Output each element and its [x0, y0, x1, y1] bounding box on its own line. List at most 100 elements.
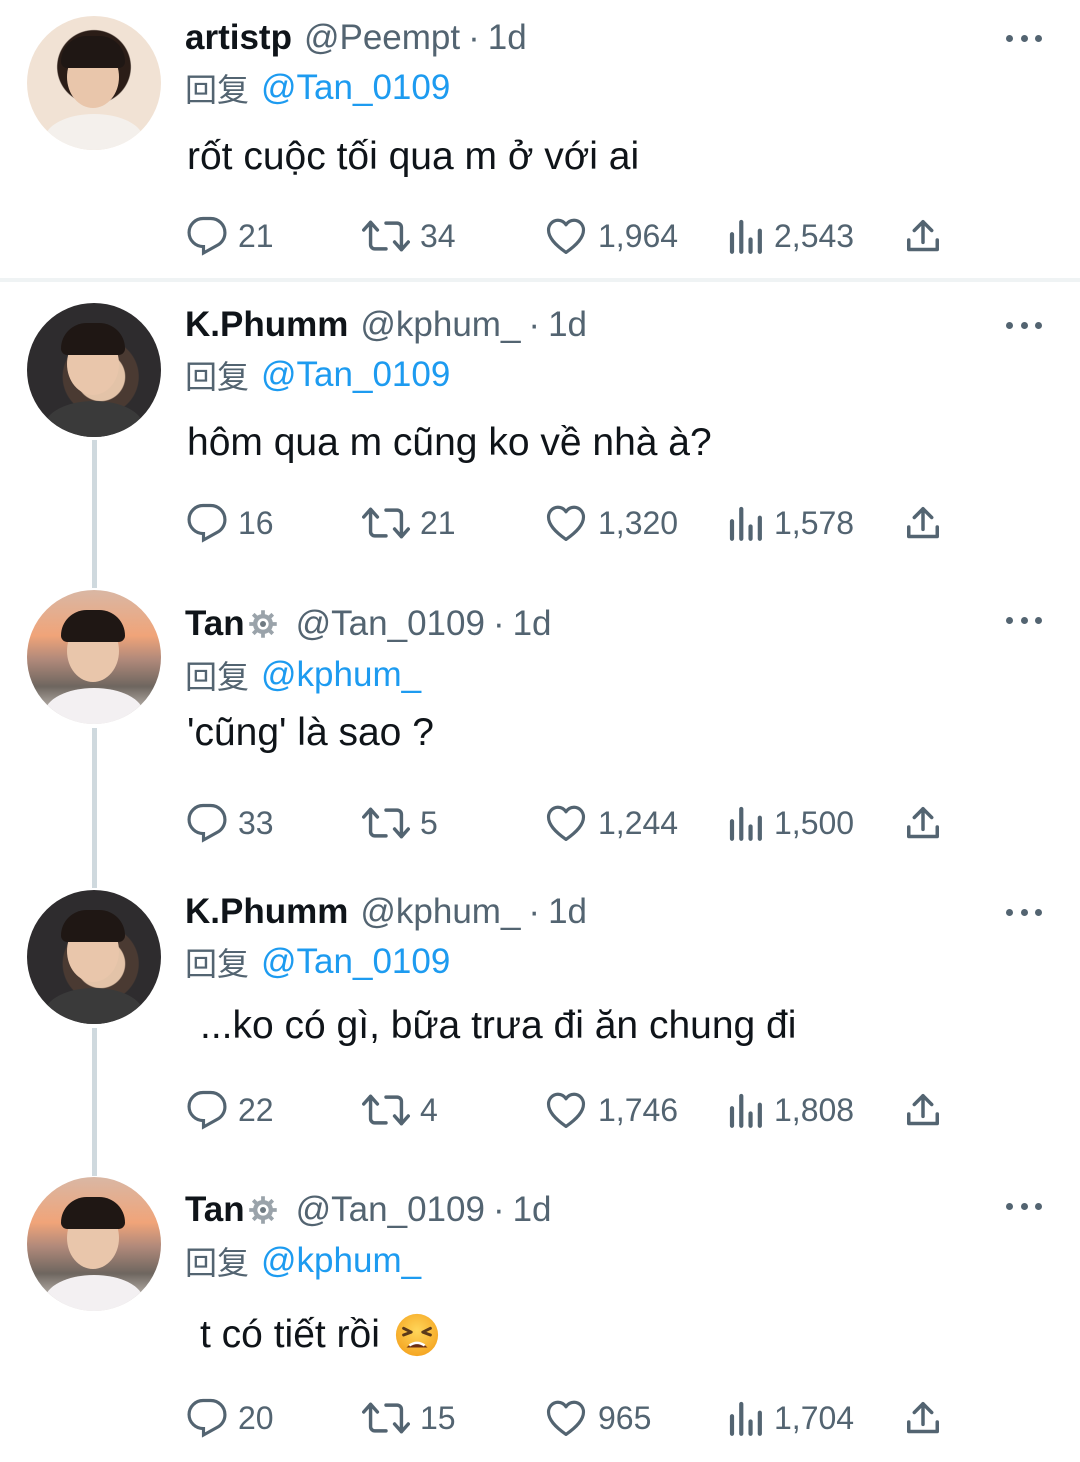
retweet-icon [362, 807, 410, 839]
share-icon [907, 507, 939, 539]
tweet-text: ...ko có gì, bữa trưa đi ăn chung đi [200, 1004, 797, 1047]
display-name[interactable]: K.Phumm [185, 305, 348, 345]
reply-button[interactable]: 21 [186, 214, 274, 258]
retweet-button[interactable]: 15 [362, 1396, 456, 1440]
retweet-button[interactable]: 21 [362, 501, 456, 545]
retweet-button[interactable]: 5 [362, 801, 438, 845]
mention-link[interactable]: @kphum_ [261, 1241, 421, 1281]
user-handle[interactable]: @kphum_ [360, 305, 520, 345]
mention-link[interactable]: @Tan_0109 [261, 355, 450, 395]
views-button[interactable]: 1,704 [728, 1396, 854, 1440]
heart-icon [546, 505, 586, 542]
views-button[interactable]: 1,808 [728, 1088, 854, 1132]
retweet-icon [362, 1094, 410, 1126]
reply-button[interactable]: 16 [186, 501, 274, 545]
gear-badge-icon [248, 1196, 277, 1224]
like-button[interactable]: 1,244 [544, 801, 678, 845]
more-icon[interactable] [1006, 610, 1042, 630]
views-icon [729, 1093, 762, 1128]
mention-link[interactable]: @Tan_0109 [261, 68, 450, 108]
user-handle[interactable]: @Peempt [304, 18, 460, 58]
retweet-icon [362, 507, 410, 539]
retweet-button[interactable]: 34 [362, 214, 456, 258]
mention-link[interactable]: @kphum_ [261, 655, 421, 695]
like-count: 1,244 [598, 804, 679, 841]
separator-dot: · [492, 604, 505, 643]
like-count: 1,746 [598, 1091, 679, 1128]
like-button[interactable]: 1,746 [544, 1088, 678, 1132]
heart-icon [546, 805, 586, 842]
avatar[interactable] [27, 590, 161, 724]
display-name[interactable]: K.Phumm [185, 892, 348, 932]
share-button[interactable] [904, 1396, 952, 1440]
retweet-button[interactable]: 4 [362, 1088, 438, 1132]
reply-count: 21 [238, 217, 274, 254]
user-handle[interactable]: @Tan_0109 [296, 604, 485, 644]
display-name[interactable]: Tan [185, 1190, 245, 1230]
views-button[interactable]: 1,500 [728, 801, 854, 845]
avatar[interactable] [27, 303, 161, 437]
tweet[interactable]: K.Phumm @kphum_ · 1d 回复 @Tan_0109 hôm qu… [0, 282, 1080, 582]
share-icon [907, 807, 939, 839]
display-name[interactable]: artistp [185, 18, 292, 58]
timestamp[interactable]: 1d [513, 1190, 552, 1230]
reply-count: 20 [238, 1399, 274, 1436]
tweet-text: t có tiết rồi [200, 1313, 380, 1356]
timestamp[interactable]: 1d [488, 18, 527, 58]
timestamp[interactable]: 1d [548, 305, 587, 345]
more-icon[interactable] [1006, 28, 1042, 48]
tweet-header: Tan @Tan_0109 · 1d [185, 1188, 552, 1232]
retweet-count: 15 [420, 1399, 456, 1436]
share-button[interactable] [904, 801, 952, 845]
heart-icon [546, 218, 586, 255]
views-icon [729, 219, 762, 254]
avatar[interactable] [27, 16, 161, 150]
timestamp[interactable]: 1d [548, 892, 587, 932]
user-handle[interactable]: @kphum_ [360, 892, 520, 932]
user-handle[interactable]: @Tan_0109 [296, 1190, 485, 1230]
like-button[interactable]: 965 [544, 1396, 651, 1440]
separator-dot: · [528, 892, 541, 931]
tweet[interactable]: artistp @Peempt · 1d 回复 @Tan_0109 rốt cu… [0, 0, 1080, 278]
reply-button[interactable]: 20 [186, 1396, 274, 1440]
tweet[interactable]: Tan @Tan_0109 · 1d 回复 @kphum_ 'cũng' là … [0, 582, 1080, 882]
reply-icon [187, 1398, 227, 1438]
tweet-header: K.Phumm @kphum_ · 1d [185, 303, 587, 347]
reply-label: 回复 [185, 658, 250, 696]
like-button[interactable]: 1,964 [544, 214, 678, 258]
reply-count: 16 [238, 504, 274, 541]
share-button[interactable] [904, 214, 952, 258]
like-button[interactable]: 1,320 [544, 501, 678, 545]
views-count: 1,578 [774, 504, 855, 541]
more-icon[interactable] [1006, 902, 1042, 922]
share-button[interactable] [904, 1088, 952, 1132]
like-count: 1,320 [598, 504, 679, 541]
reply-label: 回复 [185, 358, 250, 396]
tweet-text: rốt cuộc tối qua m ở với ai [187, 135, 640, 178]
tweet-header: Tan @Tan_0109 · 1d [185, 602, 552, 646]
display-name[interactable]: Tan [185, 604, 245, 644]
reply-button[interactable]: 22 [186, 1088, 274, 1132]
views-button[interactable]: 1,578 [728, 501, 854, 545]
tweet-text-row: t có tiết rồi [200, 1310, 440, 1360]
tweet-header: artistp @Peempt · 1d [185, 16, 527, 60]
reply-button[interactable]: 33 [186, 801, 274, 845]
views-button[interactable]: 2,543 [728, 214, 854, 258]
timestamp[interactable]: 1d [513, 604, 552, 644]
avatar[interactable] [27, 890, 161, 1024]
share-button[interactable] [904, 501, 952, 545]
more-icon[interactable] [1006, 315, 1042, 335]
reply-context: 回复 @Tan_0109 [185, 66, 450, 110]
retweet-count: 4 [420, 1091, 438, 1128]
reply-label: 回复 [185, 945, 250, 983]
more-icon[interactable] [1006, 1196, 1042, 1216]
share-icon [907, 220, 939, 252]
views-icon [729, 806, 762, 841]
reply-icon [187, 503, 227, 543]
separator-dot: · [528, 305, 541, 344]
mention-link[interactable]: @Tan_0109 [261, 942, 450, 982]
reply-context: 回复 @Tan_0109 [185, 353, 450, 397]
avatar[interactable] [27, 1177, 161, 1311]
tweet[interactable]: K.Phumm @kphum_ · 1d 回复 @Tan_0109 ...ko … [0, 882, 1080, 1170]
tweet[interactable]: Tan @Tan_0109 · 1d 回复 @kphum_ t có tiết … [0, 1170, 1080, 1462]
